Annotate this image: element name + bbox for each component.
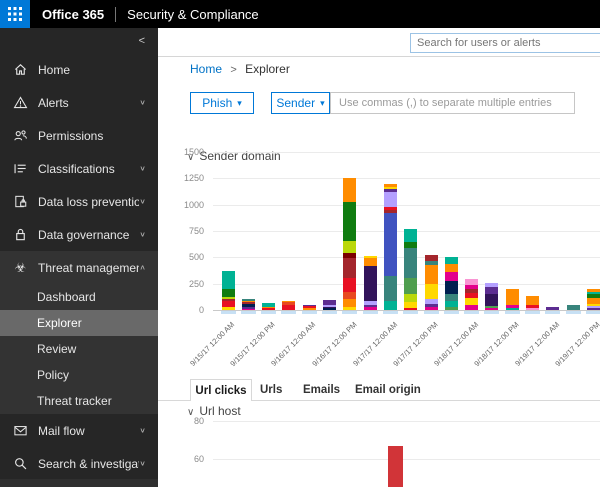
y-tick-label: 80 [160,416,204,426]
topbar-divider [115,7,116,22]
sidebar-item-data-loss-prevention[interactable]: Data loss prevention∨ [0,185,158,218]
sidebar-item-classifications[interactable]: Classifications∨ [0,152,158,185]
url-host-chart: 80 60 [158,28,600,487]
search-icon [12,455,29,472]
sidebar-nav: < HomeAlerts∨PermissionsClassifications∨… [0,28,158,487]
sidebar-item-alerts[interactable]: Alerts∨ [0,86,158,119]
chevron-down-icon: ∨ [139,459,146,468]
alert-icon [12,94,29,111]
gridline [213,421,600,422]
chevron-down-icon: ∨ [139,197,146,206]
y-tick-label: 60 [160,454,204,464]
waffle-icon[interactable] [0,0,30,28]
waffle-grid-glyph [8,7,22,21]
chevron-down-icon: ∨ [139,230,146,239]
url-host-bar[interactable] [388,446,403,487]
main-content: Home > Explorer Phish ▾ Sender ▾ ∨Sender… [158,28,600,487]
chevron-down-icon: ∨ [139,164,146,173]
chevron-up-icon: ∧ [139,263,146,272]
sidebar-item-label: Home [38,63,146,77]
sidebar-item-label: Data loss prevention [38,195,139,209]
sidebar-item-data-governance[interactable]: Data governance∨ [0,218,158,251]
product-title: Security & Compliance [127,7,259,22]
sidebar-item-home[interactable]: Home [0,53,158,86]
sidebar-item-dashboard[interactable]: Dashboard [0,284,158,310]
sidebar-item-label: Mail flow [38,424,139,438]
sidebar-items: HomeAlerts∨PermissionsClassifications∨Da… [0,53,158,480]
sidebar-item-mail-flow[interactable]: Mail flow∨ [0,414,158,447]
biohazard-icon: ☣ [12,259,29,276]
sidebar-item-label: Classifications [38,162,139,176]
sidebar-item-search-investigation[interactable]: Search & investigation∨ [0,447,158,480]
sidebar-item-label: Data governance [38,228,139,242]
top-bar: Office 365 Security & Compliance [0,0,600,28]
sidebar-collapse-button[interactable]: < [0,28,158,53]
sidebar-item-partial [0,479,158,487]
tab-url-clicks[interactable]: Url clicks [190,379,252,401]
sidebar-item-label: Search & investigation [38,457,139,471]
sidebar-item-threat-management[interactable]: ☣ Threat management∧ [0,251,158,284]
sidebar-item-review[interactable]: Review [0,336,158,362]
dlp-icon [12,193,29,210]
chevron-down-icon: ∨ [139,98,146,107]
sidebar-item-label: Alerts [38,96,139,110]
sidebar-item-policy[interactable]: Policy [0,362,158,388]
lock-icon [12,226,29,243]
gridline [213,459,600,460]
sidebar-item-permissions[interactable]: Permissions [0,119,158,152]
sidebar-item-label: Threat management [38,261,139,275]
sidebar-item-threat-tracker[interactable]: Threat tracker [0,388,158,414]
collapse-chevron-icon: < [139,35,145,47]
classifications-icon [12,160,29,177]
brand-title[interactable]: Office 365 [42,7,104,22]
home-icon [12,61,29,78]
sidebar-item-explorer[interactable]: Explorer [0,310,158,336]
sidebar-item-label: Permissions [38,129,146,143]
chevron-down-icon: ∨ [139,426,146,435]
permissions-icon [12,127,29,144]
mail-icon [12,422,29,439]
